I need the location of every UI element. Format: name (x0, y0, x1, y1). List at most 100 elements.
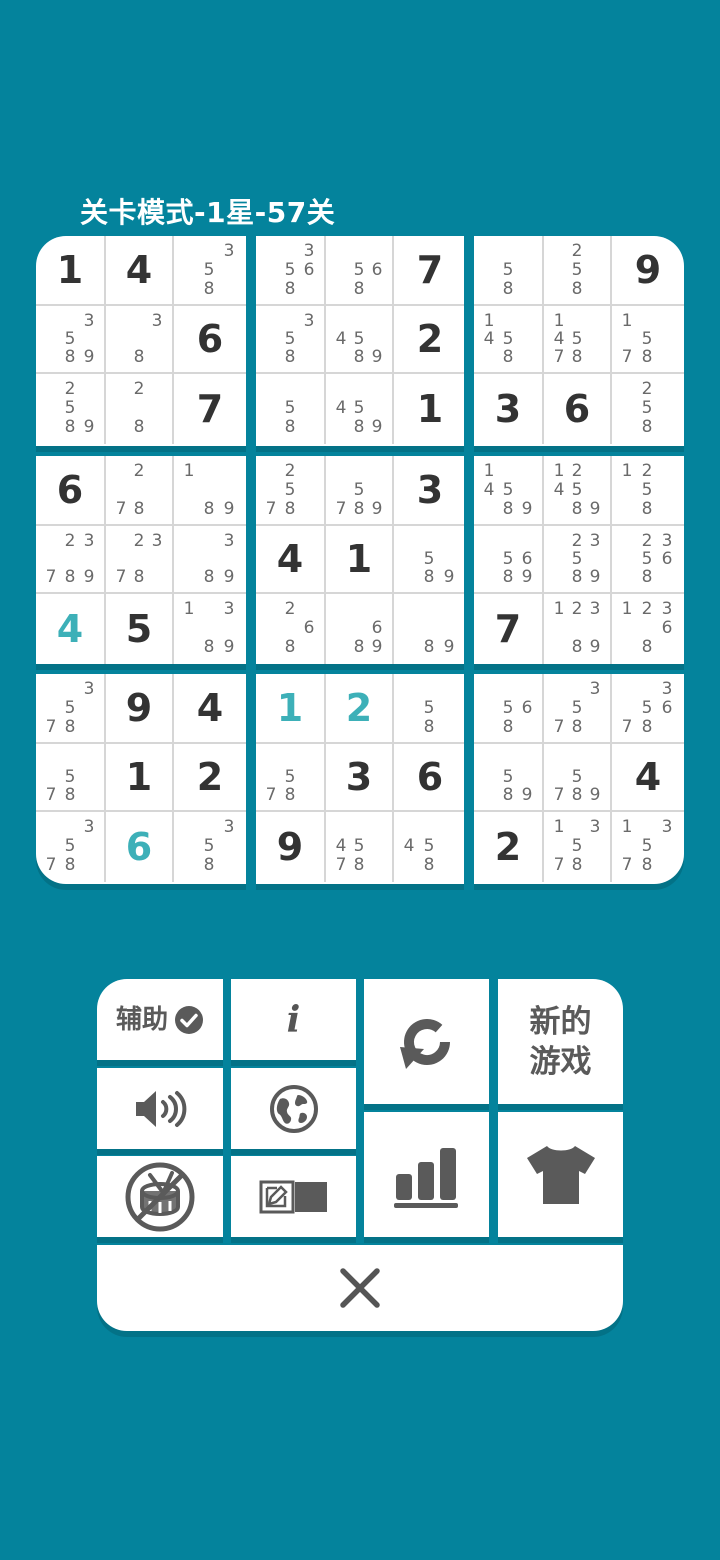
sudoku-cell[interactable]: 5789 (544, 744, 612, 812)
sudoku-cell[interactable]: 58 (474, 236, 544, 306)
sudoku-cell[interactable]: 2378 (106, 526, 174, 594)
stats-button[interactable] (364, 1112, 489, 1237)
sudoku-cell[interactable]: 89 (394, 594, 464, 664)
sudoku-cell[interactable]: 9 (256, 812, 326, 882)
sudoku-cell[interactable]: 578 (256, 744, 326, 812)
language-button[interactable] (231, 1068, 356, 1149)
sudoku-cell[interactable]: 4589 (326, 374, 394, 444)
sudoku-cell[interactable]: 12389 (544, 594, 612, 664)
sudoku-cell[interactable]: 58 (256, 374, 326, 444)
sudoku-cell[interactable]: 4 (36, 594, 106, 664)
sudoku-cell[interactable]: 9 (106, 674, 174, 744)
sudoku-cell[interactable]: 3 (474, 374, 544, 444)
sudoku-cell[interactable]: 689 (326, 594, 394, 664)
sudoku-cell[interactable]: 258 (544, 236, 612, 306)
sudoku-cell[interactable]: 358 (256, 306, 326, 374)
sudoku-cell[interactable]: 1 (106, 744, 174, 812)
sudoku-cell[interactable]: 589 (474, 744, 544, 812)
sudoku-cell[interactable]: 4 (106, 236, 174, 306)
sudoku-cell[interactable]: 12368 (612, 594, 684, 664)
sudoku-cell[interactable]: 4 (256, 526, 326, 594)
sudoku-cell[interactable]: 58 (394, 674, 464, 744)
pencil-note: 3 (223, 817, 235, 837)
sudoku-cell[interactable]: 7 (174, 374, 246, 444)
sudoku-cell[interactable]: 7 (394, 236, 464, 306)
pencil-note: 8 (133, 417, 145, 437)
sudoku-cell[interactable]: 2 (326, 674, 394, 744)
sudoku-cell[interactable]: 3578 (544, 674, 612, 744)
info-button[interactable]: i (231, 979, 356, 1060)
sudoku-cell[interactable]: 5689 (474, 526, 544, 594)
sudoku-cell[interactable]: 6 (174, 306, 246, 374)
pencil-note: 8 (284, 417, 296, 437)
sudoku-cell[interactable]: 35678 (612, 674, 684, 744)
sudoku-cell[interactable]: 578 (36, 744, 106, 812)
sudoku-cell[interactable]: 6 (106, 812, 174, 882)
sudoku-cell[interactable]: 4589 (326, 306, 394, 374)
sudoku-cell[interactable]: 23589 (544, 526, 612, 594)
sudoku-cell[interactable]: 3578 (36, 674, 106, 744)
sudoku-cell[interactable]: 2 (174, 744, 246, 812)
restart-button[interactable] (364, 979, 489, 1104)
sudoku-cell[interactable]: 458 (394, 812, 464, 882)
sudoku-cell[interactable]: 23789 (36, 526, 106, 594)
sudoku-cell[interactable]: 5789 (326, 456, 394, 526)
sudoku-cell[interactable]: 14578 (544, 306, 612, 374)
sudoku-cell[interactable]: 268 (256, 594, 326, 664)
sudoku-cell[interactable]: 3589 (36, 306, 106, 374)
sudoku-cell[interactable]: 23568 (612, 526, 684, 594)
pencil-note: 1 (621, 599, 633, 619)
new-game-button[interactable]: 新的 游戏 (498, 979, 623, 1104)
close-button[interactable] (97, 1245, 623, 1331)
sudoku-cell[interactable]: 13578 (612, 812, 684, 882)
sudoku-cell[interactable]: 589 (394, 526, 464, 594)
sudoku-cell[interactable]: 1 389 (174, 594, 246, 664)
pencil-note: 9 (589, 785, 601, 805)
sudoku-cell[interactable]: 1 (256, 674, 326, 744)
sudoku-cell[interactable]: 14589 (474, 456, 544, 526)
theme-button[interactable] (498, 1112, 623, 1237)
sudoku-cell[interactable]: 1 (326, 526, 394, 594)
sudoku-cell[interactable]: 2589 (36, 374, 106, 444)
pencil-note: 8 (284, 499, 296, 519)
sound-button[interactable] (97, 1068, 223, 1149)
sudoku-cell[interactable]: 28 (106, 374, 174, 444)
sudoku-cell[interactable]: 3 (326, 744, 394, 812)
sudoku-cell[interactable]: 3 (394, 456, 464, 526)
sudoku-cell[interactable]: 1 (394, 374, 464, 444)
sudoku-cell[interactable]: 5 (106, 594, 174, 664)
sudoku-cell[interactable]: 13578 (544, 812, 612, 882)
sudoku-cell[interactable]: 189 (174, 456, 246, 526)
sudoku-cell[interactable]: 358 (174, 236, 246, 306)
sudoku-cell[interactable]: 1458 (474, 306, 544, 374)
sudoku-cell[interactable]: 2 (474, 812, 544, 882)
sudoku-cell[interactable]: 4578 (326, 812, 394, 882)
sudoku-cell[interactable]: 568 (326, 236, 394, 306)
sudoku-cell[interactable]: 6 (394, 744, 464, 812)
pencil-note: 8 (353, 855, 365, 875)
sudoku-cell[interactable]: 568 (474, 674, 544, 744)
sudoku-cell[interactable]: 258 (612, 374, 684, 444)
sudoku-cell[interactable]: 3578 (36, 812, 106, 882)
sudoku-cell[interactable]: 3568 (256, 236, 326, 306)
sudoku-cell[interactable]: 38 (106, 306, 174, 374)
sudoku-cell[interactable]: 1258 (612, 456, 684, 526)
no-ads-button[interactable] (97, 1156, 223, 1237)
sudoku-cell[interactable]: 278 (106, 456, 174, 526)
sudoku-cell[interactable]: 1 (36, 236, 106, 306)
assist-button[interactable]: 辅助 (97, 979, 223, 1060)
sudoku-cell[interactable]: 4 (174, 674, 246, 744)
sudoku-cell[interactable]: 7 (474, 594, 544, 664)
pencil-note: 9 (443, 567, 455, 587)
sudoku-cell[interactable]: 6 (544, 374, 612, 444)
sudoku-cell[interactable]: 4 (612, 744, 684, 812)
sudoku-cell[interactable]: 389 (174, 526, 246, 594)
sudoku-cell[interactable]: 358 (174, 812, 246, 882)
sudoku-cell[interactable]: 9 (612, 236, 684, 306)
sudoku-cell[interactable]: 124589 (544, 456, 612, 526)
sudoku-cell[interactable]: 2578 (256, 456, 326, 526)
sudoku-cell[interactable]: 1578 (612, 306, 684, 374)
notes-mode-button[interactable] (231, 1156, 356, 1237)
sudoku-cell[interactable]: 2 (394, 306, 464, 374)
sudoku-cell[interactable]: 6 (36, 456, 106, 526)
